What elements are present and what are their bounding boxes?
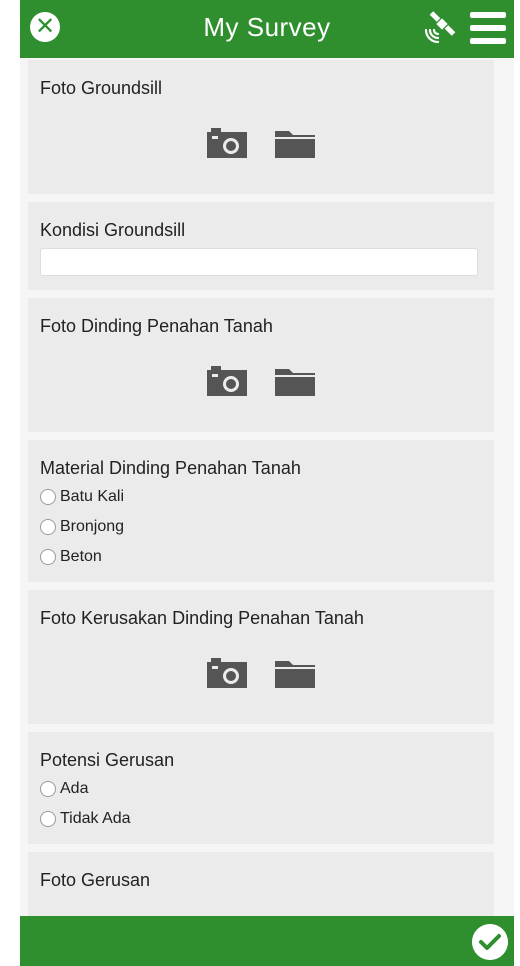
question-label: Foto Groundsill [40, 78, 163, 98]
radio-question-material: Material Dinding Penahan Tanah Batu Kali… [28, 440, 494, 582]
text-question-kondisi-groundsill: Kondisi Groundsill [28, 202, 494, 290]
media-buttons [28, 366, 494, 402]
camera-icon[interactable] [206, 128, 247, 158]
top-bar: ✕ My Survey [20, 0, 514, 58]
question-label: Material Dinding Penahan Tanah [40, 458, 301, 478]
folder-icon[interactable] [275, 128, 316, 158]
radio-option-tidak-ada[interactable]: Tidak Ada [40, 810, 131, 828]
radio-option-batu-kali[interactable]: Batu Kali [40, 488, 124, 506]
satellite-icon[interactable] [420, 8, 460, 48]
kondisi-groundsill-input[interactable] [40, 248, 478, 276]
photo-question-groundsill: Foto Groundsill [28, 60, 494, 194]
radio-question-potensi-gerusan: Potensi Gerusan Ada Tidak Ada [28, 732, 494, 844]
survey-form: Foto Groundsill Kondisi Groundsill Foto … [20, 58, 514, 916]
media-buttons [28, 128, 494, 164]
app-frame: ✕ My Survey Foto Groundsill Kondisi Grou… [20, 0, 514, 966]
radio-button[interactable] [40, 519, 56, 535]
media-buttons [28, 658, 494, 694]
camera-icon[interactable] [206, 658, 247, 688]
checkmark-icon[interactable] [472, 924, 508, 960]
hamburger-menu-icon[interactable] [470, 12, 506, 44]
photo-question-dinding: Foto Dinding Penahan Tanah [28, 298, 494, 432]
question-label: Potensi Gerusan [40, 750, 175, 770]
question-label: Kondisi Groundsill [40, 220, 186, 240]
radio-option-ada[interactable]: Ada [40, 780, 88, 798]
folder-icon[interactable] [275, 658, 316, 688]
radio-button[interactable] [40, 489, 56, 505]
folder-icon[interactable] [275, 366, 316, 396]
question-label: Foto Kerusakan Dinding Penahan Tanah [40, 608, 364, 628]
question-label: Foto Gerusan [40, 870, 151, 890]
radio-button[interactable] [40, 781, 56, 797]
camera-icon[interactable] [206, 366, 247, 396]
radio-button[interactable] [40, 549, 56, 565]
question-label: Foto Dinding Penahan Tanah [40, 316, 273, 336]
photo-question-kerusakan: Foto Kerusakan Dinding Penahan Tanah [28, 590, 494, 724]
radio-option-bronjong[interactable]: Bronjong [40, 518, 124, 536]
photo-question-gerusan: Foto Gerusan [28, 852, 494, 916]
bottom-bar [20, 916, 514, 966]
radio-button[interactable] [40, 811, 56, 827]
radio-option-beton[interactable]: Beton [40, 548, 102, 566]
